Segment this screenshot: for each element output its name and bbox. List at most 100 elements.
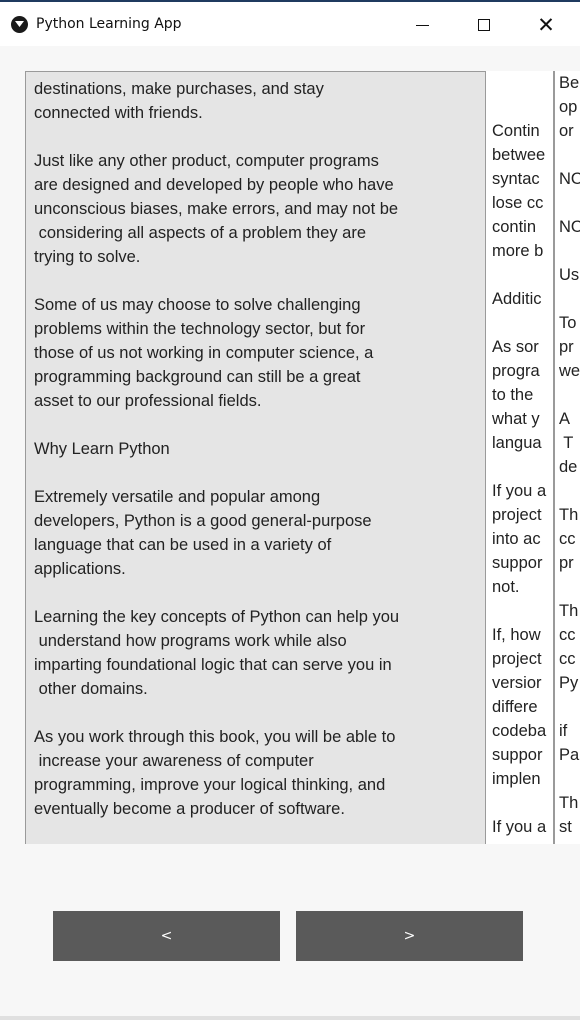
partial-text-line: suppor xyxy=(492,746,543,764)
partial-text-line: contin xyxy=(492,218,537,236)
partial-text-line: cc xyxy=(559,530,576,548)
text-line: language that can be used in a variety o… xyxy=(34,536,332,554)
text-line: increase your awareness of computer xyxy=(34,752,314,770)
partial-text-line xyxy=(559,767,580,791)
title-bar: Python Learning App ✕ xyxy=(0,0,580,46)
partial-text-line: mind, i xyxy=(492,839,553,844)
partial-text-line xyxy=(492,71,553,95)
text-line: connected with friends. xyxy=(34,104,203,122)
minimize-button[interactable] xyxy=(394,4,450,46)
partial-text-line: more b xyxy=(492,242,544,260)
partial-text-line xyxy=(559,383,580,407)
partial-text-line xyxy=(492,599,553,623)
text-line xyxy=(34,581,485,605)
partial-text-line: Pa xyxy=(559,746,580,764)
partial-text-line xyxy=(559,695,580,719)
partial-text-line: If you a xyxy=(492,482,547,500)
text-line xyxy=(34,125,485,149)
previous-page-button[interactable]: < xyxy=(53,911,280,961)
text-line: Some of us may choose to solve challengi… xyxy=(34,296,361,314)
partial-text-line xyxy=(492,95,553,119)
partial-text-line: st xyxy=(559,818,572,836)
partial-text-line: If you a xyxy=(492,818,547,836)
partial-text-line: op xyxy=(559,98,578,116)
partial-text-line: pr xyxy=(559,554,574,572)
partial-text-line: not. xyxy=(492,578,520,596)
text-line: understand how programs work while also xyxy=(34,632,347,650)
text-line: destinations, make purchases, and stay xyxy=(34,80,324,98)
partial-text-line: NO xyxy=(559,218,580,236)
text-line: eventually become a producer of software… xyxy=(34,800,345,818)
next-label: > xyxy=(403,928,416,944)
text-line: trying to solve. xyxy=(34,248,141,266)
text-line: imparting foundational logic that can se… xyxy=(34,656,392,674)
following-page-column: Be op or NO NO Us To pr we A Tde Th cc pr Th cc cc Py if P… xyxy=(554,71,580,844)
partial-text-line xyxy=(559,143,580,167)
partial-text-line xyxy=(492,311,553,335)
text-line: problems within the technology sector, b… xyxy=(34,320,366,338)
text-line xyxy=(34,413,485,437)
text-line: other domains. xyxy=(34,680,148,698)
partial-text-line xyxy=(559,239,580,263)
next-page-column: Contin betwee syntac lose cc contin more b Add… xyxy=(486,71,554,844)
app-content: destinations, make purchases, and stay co… xyxy=(0,46,580,1020)
partial-text-line: project xyxy=(492,506,542,524)
close-button[interactable]: ✕ xyxy=(518,4,574,46)
partial-text-line: progra xyxy=(492,362,540,380)
partial-text-line xyxy=(492,263,553,287)
partial-text-line: If, how xyxy=(492,626,541,644)
main-text-column[interactable]: destinations, make purchases, and stay co… xyxy=(25,71,486,844)
maximize-button[interactable] xyxy=(456,4,512,46)
partial-text-line: Us xyxy=(559,266,580,284)
text-line: As you work through this book, you will … xyxy=(34,728,396,746)
text-line: Why Learn Python xyxy=(34,440,170,458)
window-title: Python Learning App xyxy=(36,16,182,32)
partial-text-line: T xyxy=(559,434,574,452)
partial-text-line: Py xyxy=(559,674,579,692)
partial-text-line xyxy=(559,191,580,215)
text-line: developers, Python is a good general-pur… xyxy=(34,512,372,530)
next-page-button[interactable]: > xyxy=(296,911,523,961)
partial-text-line: betwee xyxy=(492,146,546,164)
text-line: programming background can still be a gr… xyxy=(34,368,361,386)
window-bottom-edge xyxy=(0,1016,580,1020)
partial-text-line: implen xyxy=(492,770,541,788)
partial-text-line: into ac xyxy=(492,530,541,548)
close-icon: ✕ xyxy=(537,12,555,37)
text-line xyxy=(34,701,485,725)
text-line: unconscious biases, make errors, and may… xyxy=(34,200,399,218)
partial-text-line: if xyxy=(559,722,568,740)
partial-text-line: differe xyxy=(492,698,538,716)
partial-text-line: cc xyxy=(559,626,576,644)
partial-text-line: Th xyxy=(559,506,579,524)
partial-text-line: syntac xyxy=(492,170,540,188)
minimize-icon xyxy=(415,24,429,26)
partial-text-line: Contin xyxy=(492,122,540,140)
partial-text-line: versior xyxy=(492,674,542,692)
text-line: programming, improve your logical thinki… xyxy=(34,776,386,794)
partial-text-line xyxy=(559,575,580,599)
partial-text-line: Additic xyxy=(492,290,542,308)
partial-text-line: Th xyxy=(559,794,579,812)
partial-text-line: project xyxy=(492,650,542,668)
partial-text-line: NO xyxy=(559,170,580,188)
partial-text-line: or xyxy=(559,122,574,140)
partial-text-line xyxy=(559,287,580,311)
text-line: are designed and developed by people who… xyxy=(34,176,394,194)
text-line: Learning the key concepts of Python can … xyxy=(34,608,400,626)
partial-text-line: de xyxy=(559,458,578,476)
partial-text-line: suppor xyxy=(492,554,543,572)
text-line xyxy=(34,461,485,485)
book-reader[interactable]: destinations, make purchases, and stay co… xyxy=(25,71,580,844)
text-line: Just like any other product, computer pr… xyxy=(34,152,379,170)
previous-label: < xyxy=(160,928,173,944)
partial-text-line: Be xyxy=(559,74,580,92)
partial-text-line: to the xyxy=(492,386,534,404)
text-line: Extremely versatile and popular among xyxy=(34,488,321,506)
partial-text-line: lose cc xyxy=(492,194,544,212)
text-line: considering all aspects of a problem the… xyxy=(34,224,367,242)
partial-text-line: cc xyxy=(559,650,576,668)
partial-text-line: A xyxy=(559,410,571,428)
text-line: those of us not working in computer scie… xyxy=(34,344,374,362)
partial-text-line xyxy=(492,791,553,815)
